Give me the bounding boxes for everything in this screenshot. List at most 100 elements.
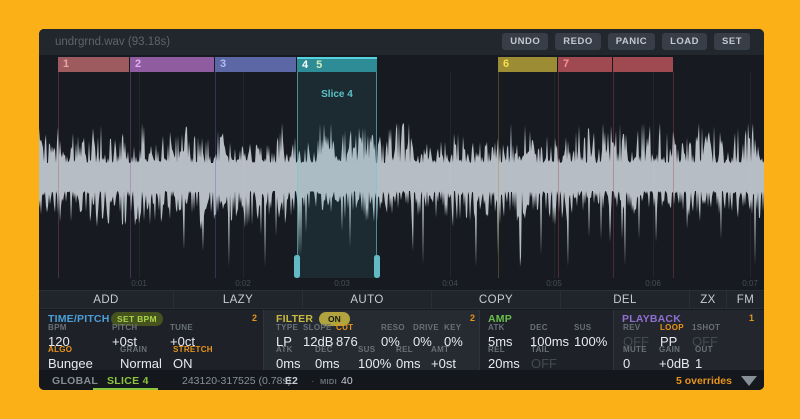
reso-label: RESO [381, 323, 405, 333]
slice-boundary-line[interactable] [215, 72, 216, 278]
status-bar: GLOBAL SLICE 4 243120-317525 (0.78s) · E… [39, 370, 764, 390]
redo-button[interactable]: REDO [555, 33, 600, 50]
slice-number: 2 [135, 58, 141, 70]
slice-band-4-selected[interactable]: 45 [297, 57, 377, 72]
time-tick: 0:04 [433, 279, 467, 288]
panel-divider [613, 310, 614, 370]
slice-band-6[interactable]: 6 [498, 57, 558, 72]
filter-sus-value[interactable]: 100% [358, 356, 391, 371]
slice-number: 7 [563, 58, 569, 70]
gain-value[interactable]: +0dB [659, 356, 690, 371]
timepitch-panel: TIME/PITCH SET BPM 2 BPM120 PITCH+0st TU… [39, 310, 264, 370]
auto-button[interactable]: AUTO [303, 291, 432, 308]
panel-divider [479, 310, 480, 370]
time-tick: 0:02 [226, 279, 260, 288]
undo-button[interactable]: UNDO [502, 33, 548, 50]
filter-atk-label: ATK [276, 345, 301, 355]
stretch-value[interactable]: ON [173, 356, 213, 371]
title-bar: undrgrnd.wav (93.18s) UNDO REDO PANIC LO… [39, 29, 764, 55]
slice-number: 1 [63, 58, 69, 70]
zx-button[interactable]: ZX [690, 291, 727, 308]
slice-band-1[interactable]: 1 [58, 57, 130, 72]
slice-band-2[interactable]: 2 [130, 57, 215, 72]
selected-slice-region[interactable] [297, 72, 377, 278]
top-button-group: UNDO REDO PANIC LOAD SET [502, 33, 750, 50]
slope-label: SLOPE [303, 323, 333, 333]
pitch-label: PITCH [112, 323, 138, 333]
waveform-display[interactable] [39, 75, 764, 275]
slice-boundary-line[interactable] [673, 72, 674, 278]
slice-boundary-line[interactable] [58, 72, 59, 278]
filter-panel: FILTER ON 2 TYPELP SLOPE12dB CUT876 RESO… [264, 310, 480, 370]
filter-atk-value[interactable]: 0ms [276, 356, 301, 371]
collapse-triangle-icon[interactable] [741, 376, 757, 386]
slice-boundary-line[interactable] [613, 72, 614, 278]
time-tick: 0:05 [537, 279, 571, 288]
slice-number: 4 [302, 59, 308, 71]
amt-value[interactable]: +0st [431, 356, 456, 371]
filter-rel-value[interactable]: 0ms [396, 356, 421, 371]
slice-band-3[interactable]: 3 [215, 57, 297, 72]
amp-rel-value[interactable]: 20ms [488, 356, 520, 371]
load-button[interactable]: LOAD [662, 33, 707, 50]
slice-boundary-line[interactable] [558, 72, 559, 278]
algo-value[interactable]: Bungee [48, 356, 93, 371]
grid-line [653, 72, 654, 278]
lazy-button[interactable]: LAZY [174, 291, 303, 308]
type-label: TYPE [276, 323, 298, 333]
out-value[interactable]: 1 [695, 356, 713, 371]
bpm-label: BPM [48, 323, 70, 333]
time-tick: 0:06 [636, 279, 670, 288]
slice-number: 6 [503, 58, 509, 70]
tab-slice[interactable]: SLICE 4 [107, 375, 149, 387]
amp-sus-value[interactable]: 100% [574, 334, 607, 349]
selected-slice-label: Slice 4 [297, 89, 377, 100]
slice-boundary-line[interactable] [498, 72, 499, 278]
playback-panel: PLAYBACK 1 REVOFF LOOPPP 1SHOTOFF MUTE0 … [614, 310, 764, 370]
mute-value[interactable]: 0 [623, 356, 647, 371]
filter-dec-value[interactable]: 0ms [315, 356, 340, 371]
tail-label: TAIL [531, 345, 557, 355]
grid-line [139, 72, 140, 278]
add-button[interactable]: ADD [39, 291, 174, 308]
oneshot-label: 1SHOT [692, 323, 720, 333]
filter-dec-label: DEC [315, 345, 340, 355]
set-button[interactable]: SET [714, 33, 750, 50]
cut-label: CUT [336, 323, 358, 333]
tail-value[interactable]: OFF [531, 356, 557, 371]
fm-button[interactable]: FM [727, 291, 764, 308]
midi-note-value[interactable]: 40 [341, 375, 353, 387]
midi-label: MIDI [320, 377, 337, 386]
grain-value[interactable]: Normal [120, 356, 162, 371]
grid-line [554, 72, 555, 278]
slice-toolbar: ADD LAZY AUTO COPY DEL ZX FM [39, 290, 764, 309]
filter-sus-label: SUS [358, 345, 391, 355]
slice-note[interactable]: E2 [285, 375, 298, 387]
panic-button[interactable]: PANIC [608, 33, 655, 50]
del-button[interactable]: DEL [561, 291, 690, 308]
copy-button[interactable]: COPY [432, 291, 561, 308]
amp-sus-label: SUS [574, 323, 607, 333]
slice-band-7[interactable]: 7 [558, 57, 613, 72]
plugin-window: undrgrnd.wav (93.18s) UNDO REDO PANIC LO… [39, 29, 764, 390]
rev-label: REV [623, 323, 649, 333]
overrides-count: 5 overrides [676, 375, 732, 387]
tab-global[interactable]: GLOBAL [52, 375, 98, 387]
separator-dot: · [275, 375, 279, 387]
mute-label: MUTE [623, 345, 647, 355]
key-label: KEY [444, 323, 463, 333]
separator-dot: · [311, 375, 315, 387]
grain-label: GRAIN [120, 345, 162, 355]
time-tick: 0:03 [325, 279, 359, 288]
slice-boundary-line[interactable] [130, 72, 131, 278]
slice-band-8[interactable] [613, 57, 673, 72]
slice-end-handle[interactable] [374, 255, 380, 278]
amp-dec-label: DEC [530, 323, 569, 333]
slice-start-handle[interactable] [294, 255, 300, 278]
time-tick: 0:07 [733, 279, 764, 288]
gain-label: GAIN [659, 345, 690, 355]
time-tick: 0:01 [122, 279, 156, 288]
algo-label: ALGO [48, 345, 93, 355]
amp-panel: AMP ATK5ms DEC100ms SUS100% REL20ms TAIL… [480, 310, 614, 370]
amp-atk-label: ATK [488, 323, 513, 333]
